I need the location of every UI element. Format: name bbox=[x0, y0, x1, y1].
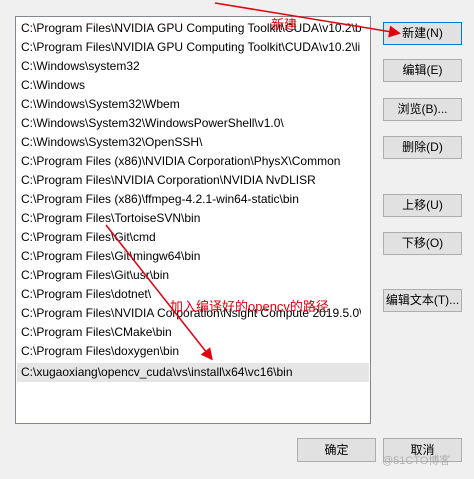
edit-text-button[interactable]: 编辑文本(T)... bbox=[383, 289, 462, 312]
path-item[interactable]: C:\Program Files\NVIDIA Corporation\NVID… bbox=[21, 171, 361, 190]
new-annotation-label: 新建 bbox=[271, 17, 298, 32]
path-item[interactable]: C:\Program Files\Git\cmd bbox=[21, 228, 361, 247]
path-item[interactable]: C:\Program Files\Git\usr\bin bbox=[21, 266, 361, 285]
path-item[interactable]: C:\Program Files\doxygen\bin bbox=[21, 342, 361, 361]
path-item[interactable]: C:\Windows\System32\Wbem bbox=[21, 95, 361, 114]
path-item[interactable]: C:\Windows bbox=[21, 76, 361, 95]
browse-button[interactable]: 浏览(B)... bbox=[383, 98, 462, 121]
ok-button[interactable]: 确定 bbox=[297, 438, 376, 462]
path-item[interactable]: C:\Program Files\TortoiseSVN\bin bbox=[21, 209, 361, 228]
new-button[interactable]: 新建(N) bbox=[383, 22, 462, 45]
move-up-button[interactable]: 上移(U) bbox=[383, 194, 462, 217]
edit-button[interactable]: 编辑(E) bbox=[383, 59, 462, 82]
path-listbox[interactable]: C:\Program Files\NVIDIA GPU Computing To… bbox=[15, 16, 371, 424]
path-item[interactable]: C:\Program Files\NVIDIA GPU Computing To… bbox=[21, 19, 361, 38]
path-item[interactable]: C:\Program Files\NVIDIA GPU Computing To… bbox=[21, 38, 361, 57]
path-item[interactable]: C:\Windows\system32 bbox=[21, 57, 361, 76]
path-item[interactable]: C:\Program Files (x86)\ffmpeg-4.2.1-win6… bbox=[21, 190, 361, 209]
path-item[interactable]: C:\Windows\System32\WindowsPowerShell\v1… bbox=[21, 114, 361, 133]
path-item[interactable]: C:\Windows\System32\OpenSSH\ bbox=[21, 133, 361, 152]
path-item[interactable]: C:\Program Files\CMake\bin bbox=[21, 323, 361, 342]
path-item-selected[interactable]: C:\xugaoxiang\opencv_cuda\vs\install\x64… bbox=[17, 363, 369, 382]
delete-button[interactable]: 删除(D) bbox=[383, 136, 462, 159]
path-item[interactable]: C:\Program Files (x86)\NVIDIA Corporatio… bbox=[21, 152, 361, 171]
path-item[interactable]: C:\Program Files\Git\mingw64\bin bbox=[21, 247, 361, 266]
opencv-annotation-label: 加入编译好的opencv的路径 bbox=[170, 299, 329, 314]
move-down-button[interactable]: 下移(O) bbox=[383, 232, 462, 255]
watermark: @51CTO博客 bbox=[382, 455, 451, 467]
